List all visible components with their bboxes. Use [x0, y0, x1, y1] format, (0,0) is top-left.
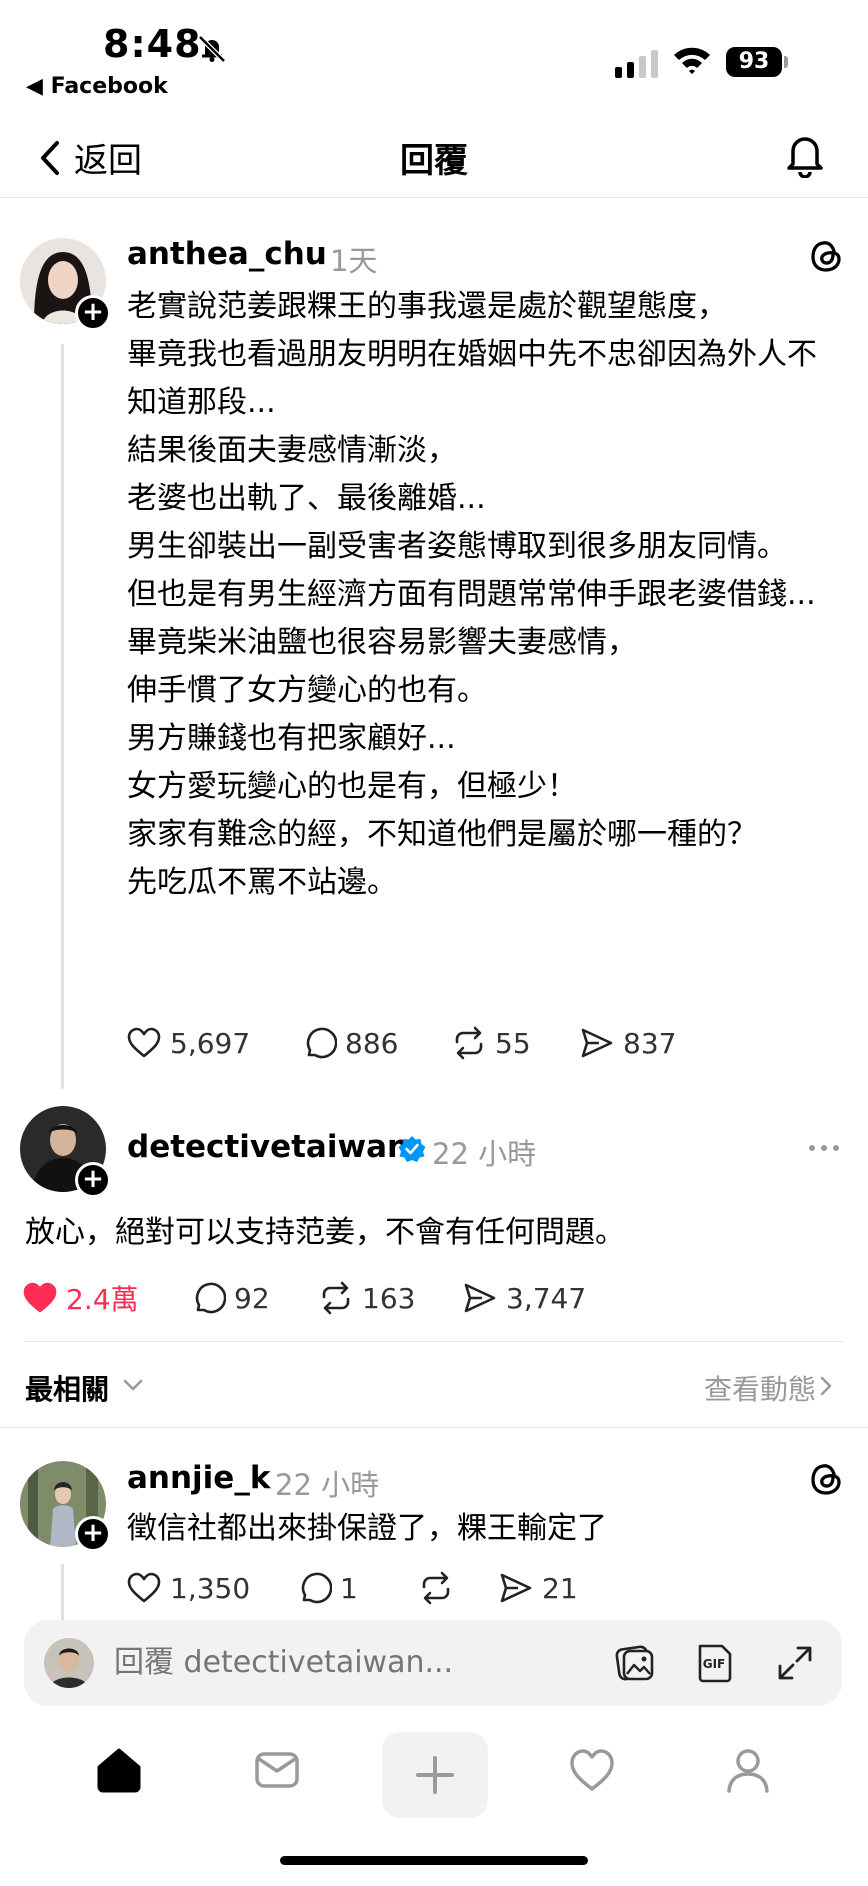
home-indicator — [280, 1856, 588, 1865]
share-button[interactable]: 21 — [498, 1570, 578, 1606]
comment-count: 1 — [340, 1571, 358, 1605]
more-options-icon[interactable] — [806, 1142, 842, 1154]
share-icon — [464, 1283, 496, 1313]
post-time: 22 小時 — [432, 1137, 537, 1171]
post-time: 1天 — [330, 244, 378, 278]
share-button[interactable]: 837 — [579, 1025, 676, 1061]
comment-icon — [301, 1572, 332, 1604]
like-button[interactable]: 1,350 — [126, 1570, 296, 1606]
heart-icon — [127, 1572, 161, 1603]
post-body: 徵信社都出來掛保證了，粿王輸定了 — [127, 1511, 607, 1546]
gallery-icon[interactable] — [612, 1640, 658, 1686]
status-time: 8:48 — [103, 22, 202, 66]
heart-filled-icon — [23, 1282, 57, 1313]
share-count: 837 — [623, 1026, 677, 1060]
reply-composer: GIF — [24, 1620, 842, 1706]
post-time: 22 小時 — [275, 1468, 380, 1502]
verified-badge-icon — [398, 1136, 426, 1162]
share-button[interactable]: 3,747 — [462, 1280, 586, 1316]
profile-icon[interactable] — [723, 1745, 773, 1795]
post-username[interactable]: detectivetaiwan — [127, 1129, 409, 1165]
back-to-facebook-link[interactable]: ◀ Facebook — [26, 74, 168, 99]
gif-icon[interactable]: GIF — [692, 1640, 738, 1686]
repost-button[interactable]: 55 — [451, 1025, 579, 1061]
like-button[interactable]: 5,697 — [126, 1025, 301, 1061]
new-post-button[interactable] — [382, 1732, 488, 1818]
notification-bell-icon[interactable] — [783, 130, 827, 178]
thread-line — [61, 1564, 64, 1624]
post-actions: 5,697 886 55 837 — [126, 1025, 676, 1061]
share-count: 3,747 — [506, 1281, 587, 1315]
like-count: 1,350 — [170, 1571, 251, 1605]
comment-button[interactable]: 1 — [296, 1570, 418, 1606]
like-count: 2.4萬 — [66, 1283, 139, 1316]
post-body: 老實說范姜跟粿王的事我還是處於觀望態度， 畢竟我也看過朋友明明在婚姻中先不忠卻因… — [127, 289, 817, 900]
chevron-down-icon[interactable] — [122, 1374, 144, 1396]
header-divider — [0, 197, 868, 198]
repost-icon — [455, 1026, 483, 1060]
reply-input[interactable] — [114, 1620, 514, 1706]
comment-button[interactable]: 92 — [190, 1280, 318, 1316]
comment-icon — [306, 1027, 337, 1059]
like-count: 5,697 — [170, 1026, 251, 1060]
follow-plus-button[interactable]: + — [75, 1162, 111, 1198]
post-body: 放心，絕對可以支持范姜，不會有任何問題。 — [25, 1215, 625, 1250]
page-title: 回覆 — [400, 141, 468, 181]
inbox-icon[interactable] — [252, 1745, 302, 1795]
repost-count: 163 — [362, 1281, 416, 1315]
battery-indicator: 93 — [726, 47, 782, 77]
like-button[interactable]: 2.4萬 — [22, 1278, 190, 1318]
repost-icon — [422, 1571, 450, 1605]
view-activity-link[interactable]: 查看動態 — [704, 1368, 816, 1408]
my-avatar — [44, 1638, 94, 1688]
follow-plus-button[interactable]: + — [75, 1516, 111, 1552]
svg-text:GIF: GIF — [703, 1657, 726, 1671]
share-icon — [581, 1028, 613, 1058]
heart-icon — [127, 1027, 161, 1058]
activity-heart-icon[interactable] — [567, 1745, 617, 1795]
repost-button[interactable]: 163 — [318, 1280, 462, 1316]
post-username[interactable]: annjie_k — [127, 1460, 270, 1496]
wifi-icon — [674, 47, 710, 74]
threads-logo-icon — [811, 241, 841, 272]
thread-line — [61, 344, 64, 1089]
comment-icon — [195, 1282, 226, 1314]
threads-logo-icon — [811, 1464, 841, 1495]
chevron-right-icon[interactable] — [818, 1374, 834, 1398]
share-count: 21 — [542, 1571, 578, 1605]
divider — [25, 1341, 843, 1342]
repost-button[interactable] — [418, 1570, 498, 1606]
follow-plus-button[interactable]: + — [75, 295, 111, 331]
post-actions: 2.4萬 92 163 3,747 — [22, 1278, 586, 1318]
expand-icon[interactable] — [772, 1640, 818, 1686]
plus-icon — [416, 1756, 454, 1794]
comment-count: 92 — [234, 1281, 270, 1315]
share-icon — [500, 1573, 532, 1603]
repost-icon — [322, 1281, 350, 1315]
home-icon[interactable] — [94, 1745, 144, 1795]
divider — [0, 1427, 868, 1428]
post-username[interactable]: anthea_chu — [127, 236, 327, 272]
repost-count: 55 — [495, 1026, 531, 1060]
comment-count: 886 — [345, 1026, 399, 1060]
comment-button[interactable]: 886 — [301, 1025, 451, 1061]
battery-tip — [784, 56, 788, 68]
bell-off-icon — [198, 35, 226, 63]
cell-signal-icon — [615, 50, 658, 78]
sort-dropdown[interactable]: 最相關 — [25, 1368, 109, 1408]
post-actions: 1,350 1 21 — [126, 1570, 578, 1606]
